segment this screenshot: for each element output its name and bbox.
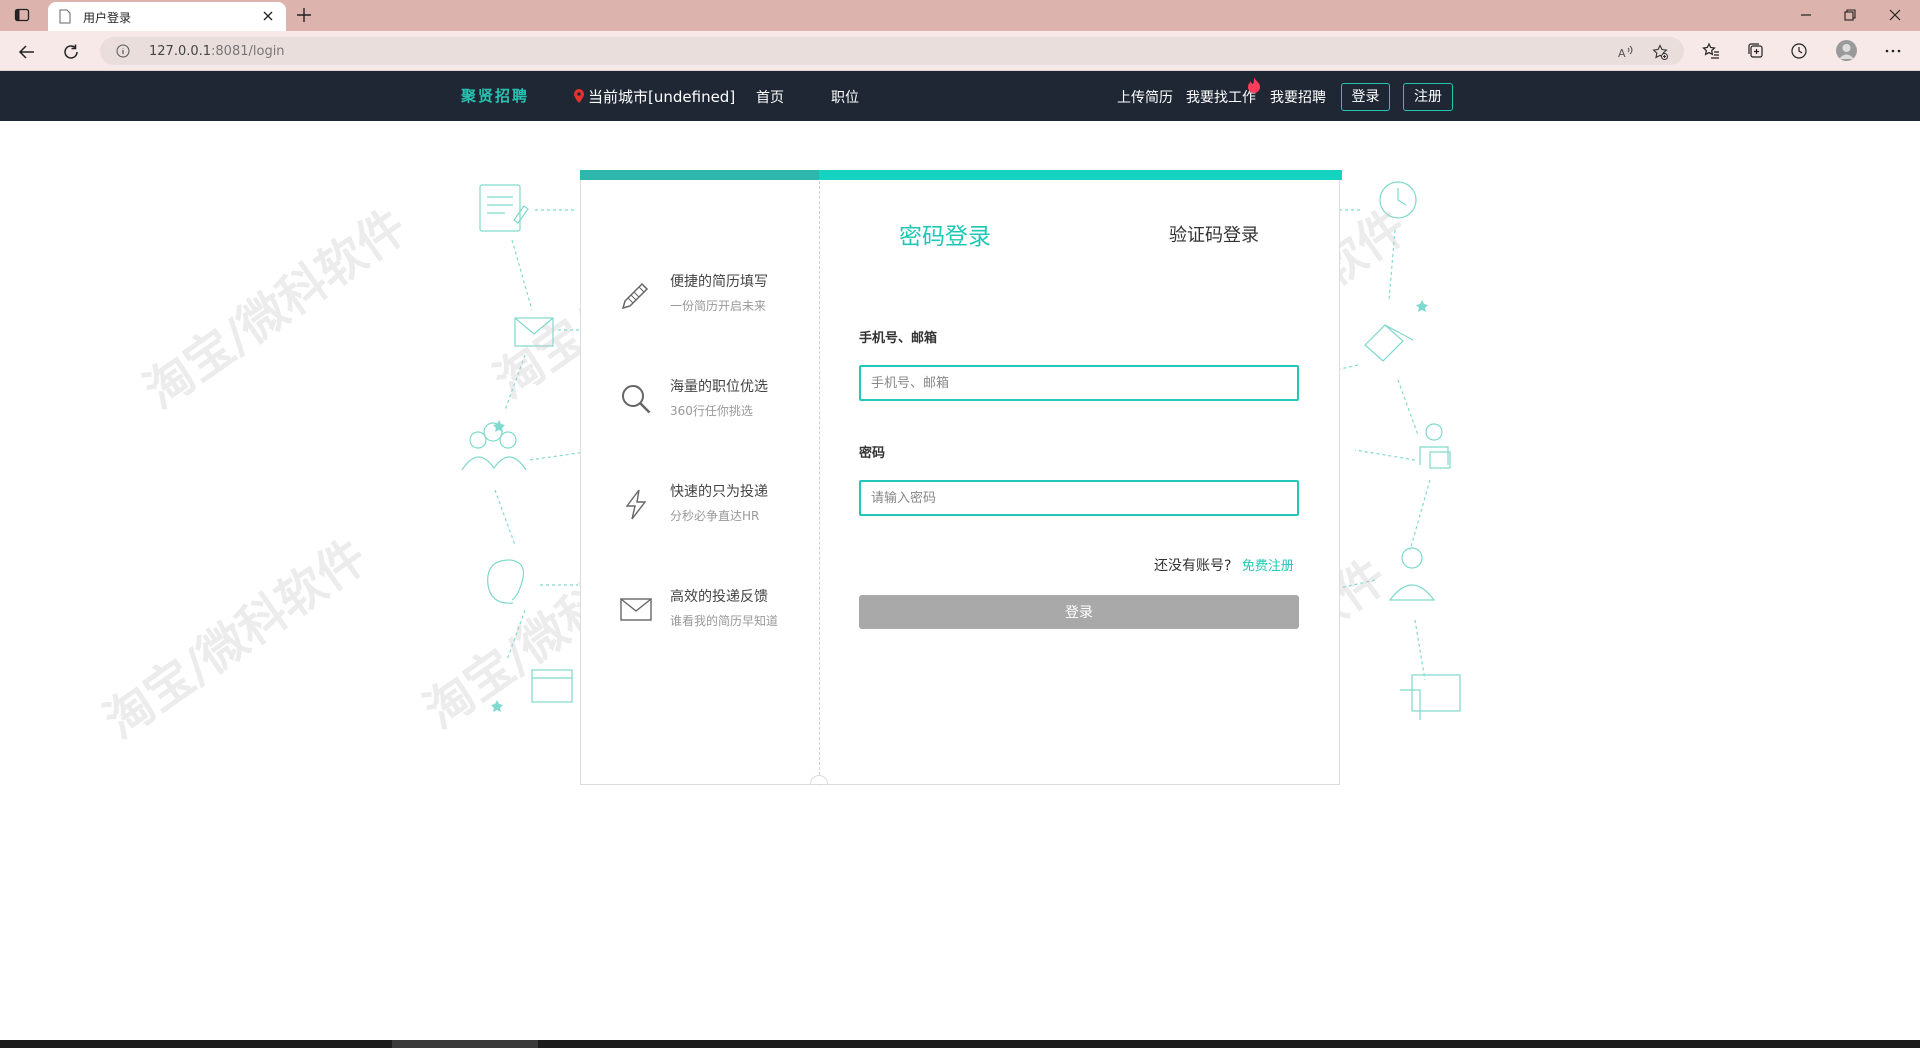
site-header: 聚贤招聘 当前城市[undefined] 首页 职位 上传简历 我要找工作 我要… [0,71,1920,121]
os-taskbar [0,1040,1920,1048]
account-input[interactable] [859,365,1299,401]
feature-jobs: 海量的职位优选 360行任你挑选 [619,376,809,436]
browser-address-bar: 127.0.0.1:8081/login A [0,31,1920,71]
feature-title: 便捷的简历填写 [670,274,768,290]
magnifier-icon [622,385,651,414]
history-icon[interactable] [1790,42,1808,60]
svg-text:A: A [1618,47,1626,60]
feature-resume: 便捷的简历填写 一份简历开启未来 [619,271,809,331]
header-login-button[interactable]: 登录 [1341,83,1390,111]
feature-title: 快速的只为投递 [670,484,768,500]
feature-subtitle: 360行任你挑选 [670,404,753,418]
new-tab-icon[interactable] [296,7,312,23]
restore-icon[interactable] [1843,8,1857,22]
login-card: 便捷的简历填写 一份简历开启未来 海量的职位优选 360行任你挑选 快速的只为投… [580,170,1342,785]
feature-title: 海量的职位优选 [670,379,768,395]
close-window-icon[interactable] [1888,8,1902,22]
browser-tab[interactable]: 用户登录 [48,2,286,31]
feature-title: 高效的投递反馈 [670,589,768,605]
tab-password-login[interactable]: 密码登录 [899,217,991,251]
feature-subtitle: 一份简历开启未来 [670,299,767,313]
header-register-button[interactable]: 注册 [1403,83,1453,111]
feature-subtitle: 分秒必争直达HR [670,509,760,523]
url-text: 127.0.0.1:8081/login [149,44,285,59]
taskbar-active-item[interactable] [392,1040,538,1048]
lightning-icon [625,489,647,520]
tab-actions-icon[interactable] [14,7,30,23]
card-accent-right [819,170,1342,180]
watermark: 淘宝/微科软件 [94,528,377,750]
link-upload-resume[interactable]: 上传简历 [1117,87,1173,107]
link-find-job[interactable]: 我要找工作 [1186,87,1256,107]
collections-icon[interactable] [1747,42,1765,60]
minimize-icon[interactable] [1799,8,1813,22]
feature-fast: 快速的只为投递 分秒必争直达HR [619,481,809,541]
close-tab-icon[interactable] [262,10,274,22]
page-favicon-icon [59,9,71,24]
url-field[interactable]: 127.0.0.1:8081/login A [100,37,1684,65]
site-logo[interactable]: 聚贤招聘 [461,85,529,106]
watermark: 淘宝/微科软件 [134,198,417,420]
reload-icon[interactable] [62,43,80,61]
link-recruit[interactable]: 我要招聘 [1270,87,1326,107]
site-info-icon[interactable] [116,44,130,58]
password-input[interactable] [859,480,1299,516]
tab-code-login[interactable]: 验证码登录 [1169,221,1259,247]
more-menu-icon[interactable] [1884,42,1902,60]
account-label: 手机号、邮箱 [859,331,938,346]
password-label: 密码 [859,446,886,461]
nav-home[interactable]: 首页 [756,87,784,107]
login-submit-button[interactable]: 登录 [859,595,1299,629]
register-link[interactable]: 免费注册 [1242,559,1294,574]
favorites-icon[interactable] [1702,42,1720,60]
register-prompt: 还没有账号? 免费注册 [1154,555,1294,575]
add-favorite-icon[interactable] [1652,44,1668,60]
current-city[interactable]: 当前城市[undefined] [574,86,735,107]
envelope-icon [620,598,652,621]
card-divider [819,181,820,785]
feature-subtitle: 谁看我的简历早知道 [670,614,779,628]
browser-tab-bar: 用户登录 [0,0,1920,31]
feature-feedback: 高效的投递反馈 谁看我的简历早知道 [619,586,809,646]
card-accent-left [580,170,819,180]
read-aloud-icon[interactable]: A [1617,44,1633,60]
back-icon[interactable] [18,43,36,61]
hot-flame-icon [1248,77,1260,93]
no-account-text: 还没有账号? [1154,558,1232,574]
profile-avatar-icon[interactable] [1836,40,1857,61]
tab-title: 用户登录 [83,11,132,25]
pencil-icon [621,282,649,310]
location-pin-icon [574,89,584,103]
nav-jobs[interactable]: 职位 [831,87,859,107]
